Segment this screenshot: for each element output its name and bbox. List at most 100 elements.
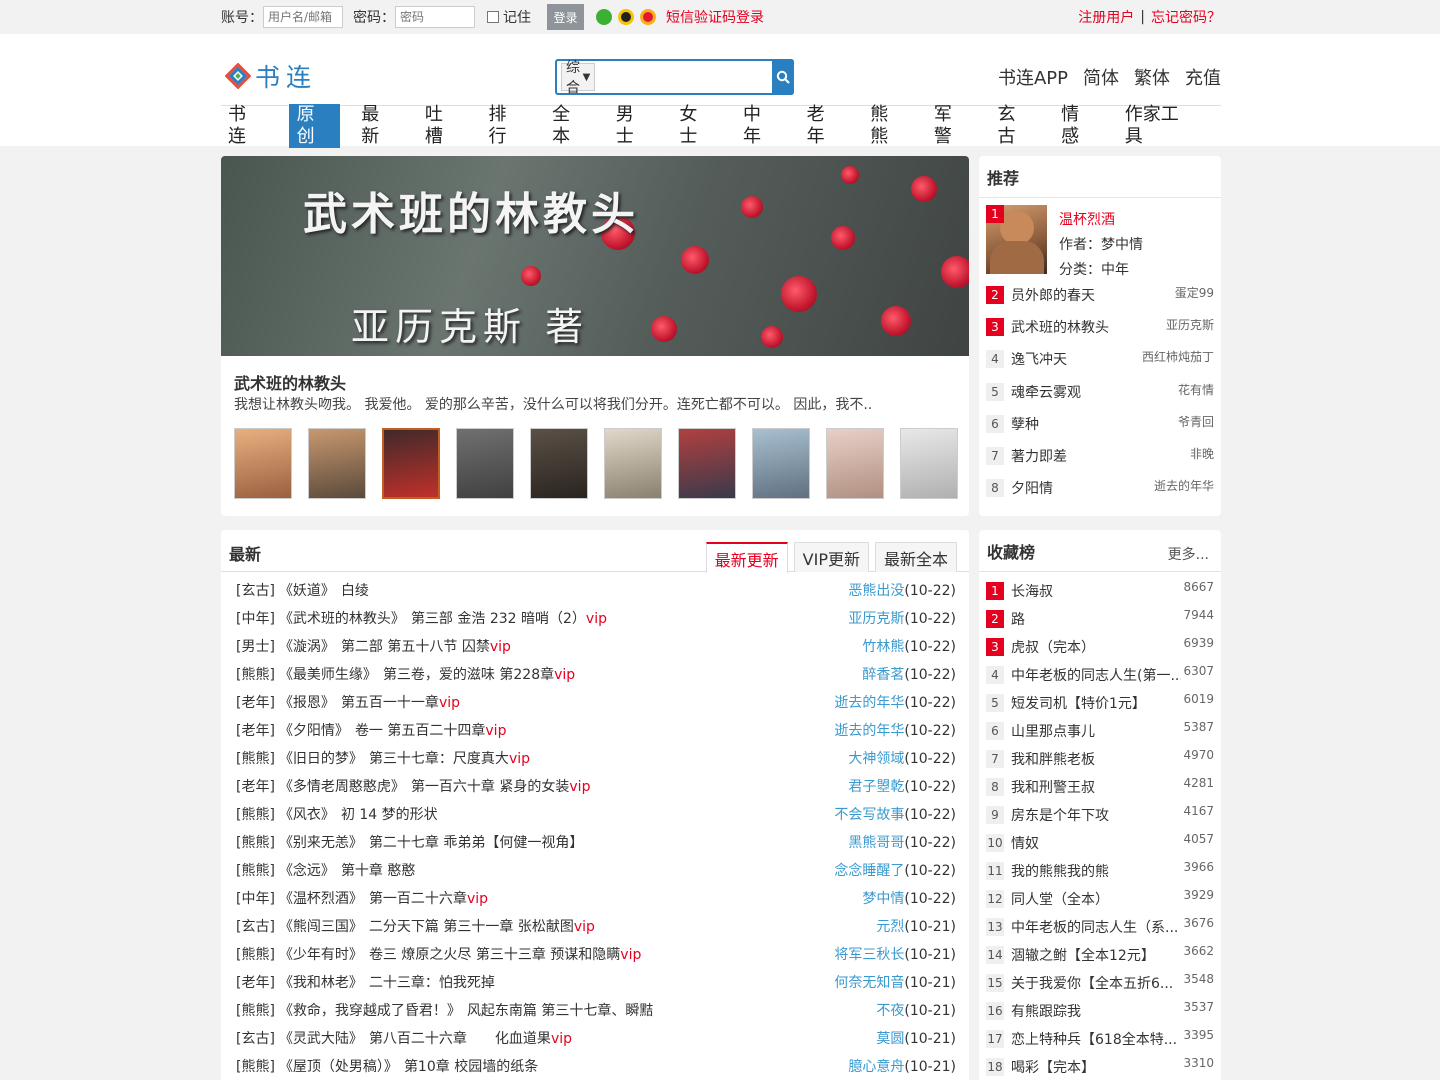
nav-item-8[interactable]: 中年: [740, 104, 782, 148]
collect-more-link[interactable]: 更多...: [1168, 544, 1209, 564]
author-link[interactable]: 逝去的年华: [834, 723, 904, 739]
login-button[interactable]: 登录: [547, 4, 584, 30]
app-link[interactable]: 书连APP: [998, 64, 1068, 90]
chapter-link[interactable]: 第五百一十一章: [341, 695, 439, 711]
book-author[interactable]: 爷青回: [1178, 413, 1214, 430]
collect-item[interactable]: 13 中年老板的同志人生（系... 3676: [986, 916, 1214, 938]
chapter-link[interactable]: 第三十七章：尺度真大: [369, 751, 509, 767]
book-link[interactable]: 《念远》: [279, 863, 335, 879]
recommend-item[interactable]: 4 逸飞冲天 西红柿炖茄丁: [986, 348, 1214, 370]
book-author[interactable]: 蛋定99: [1175, 284, 1214, 301]
category-tag[interactable]: [熊熊]: [236, 947, 275, 963]
category-tag[interactable]: [老年]: [236, 779, 275, 795]
author-link[interactable]: 何奈无知音: [834, 975, 904, 991]
search-input[interactable]: [595, 61, 773, 93]
nav-item-13[interactable]: 情感: [1058, 104, 1100, 148]
book-title[interactable]: 中年老板的同志人生（系...: [1011, 917, 1181, 937]
wechat-icon[interactable]: [596, 9, 612, 25]
chapter-link[interactable]: 第八百二十六章 化血道果: [369, 1031, 551, 1047]
chapter-link[interactable]: 第二部 第五十八节 囚禁: [341, 639, 490, 655]
book-title[interactable]: 中年老板的同志人生(第一...: [1011, 665, 1181, 685]
collect-item[interactable]: 8 我和刑警王叔 4281: [986, 776, 1214, 798]
category-tag[interactable]: [熊熊]: [236, 667, 275, 683]
chapter-link[interactable]: 卷一 第五百二十四章: [355, 723, 485, 739]
nav-item-7[interactable]: 女士: [676, 104, 718, 148]
book-title[interactable]: 涸辙之鲋【全本12元】: [1011, 945, 1181, 965]
book-title[interactable]: 有熊跟踪我: [1011, 1001, 1181, 1021]
author-link[interactable]: 亚历克斯: [848, 611, 904, 627]
chapter-link[interactable]: 二十三章：怕我死掉: [369, 975, 495, 991]
book-thumbnail[interactable]: [234, 428, 292, 499]
chapter-link[interactable]: 第三部 金浩 232 暗哨（2）: [411, 611, 586, 627]
book-link[interactable]: 《少年有时》: [279, 947, 363, 963]
search-category-select[interactable]: 综合 ▼: [561, 60, 596, 96]
collect-item[interactable]: 10 情奴 4057: [986, 832, 1214, 854]
search-button[interactable]: [772, 59, 794, 95]
book-thumbnail[interactable]: [604, 428, 662, 499]
collect-item[interactable]: 6 山里那点事儿 5387: [986, 720, 1214, 742]
book-title[interactable]: 山里那点事儿: [1011, 721, 1181, 741]
book-link[interactable]: 《熊闯三国》: [279, 919, 363, 935]
book-thumbnail[interactable]: [308, 428, 366, 499]
simplified-link[interactable]: 简体: [1083, 64, 1119, 90]
password-input[interactable]: [395, 6, 475, 28]
author-link[interactable]: 逝去的年华: [834, 695, 904, 711]
chapter-link[interactable]: 第三卷，爱的滋味 第228章: [383, 667, 554, 683]
book-title[interactable]: 同人堂（全本）: [1011, 889, 1181, 909]
nav-item-2[interactable]: 最新: [358, 104, 400, 148]
collect-item[interactable]: 14 涸辙之鲋【全本12元】 3662: [986, 944, 1214, 966]
author-link[interactable]: 将军三秋长: [834, 947, 904, 963]
author-link[interactable]: 恶熊出没: [848, 583, 904, 599]
book-link[interactable]: 《多情老周憨憨虎》: [279, 779, 405, 795]
author-link[interactable]: 不夜: [876, 1003, 904, 1019]
book-title[interactable]: 路: [1011, 609, 1181, 629]
book-link[interactable]: 《救命，我穿越成了昏君！》: [279, 1003, 461, 1019]
book-thumbnail[interactable]: [826, 428, 884, 499]
book-link[interactable]: 《屋顶（处男稿）》: [279, 1059, 398, 1075]
book-title[interactable]: 武术班的林教头: [1011, 317, 1181, 337]
book-title[interactable]: 我和刑警王叔: [1011, 777, 1181, 797]
collect-item[interactable]: 16 有熊跟踪我 3537: [986, 1000, 1214, 1022]
nav-item-10[interactable]: 熊熊: [867, 104, 909, 148]
tab-latest-update[interactable]: 最新更新: [705, 542, 788, 573]
book-author[interactable]: 非晚: [1190, 445, 1214, 462]
chapter-link[interactable]: 白绫: [341, 583, 369, 599]
forgot-password-link[interactable]: 忘记密码？: [1151, 7, 1221, 27]
book-title[interactable]: 关于我爱你【全本五折6...: [1011, 973, 1181, 993]
category-tag[interactable]: [熊熊]: [236, 863, 275, 879]
chapter-link[interactable]: 第一百二十六章: [369, 891, 467, 907]
book-title[interactable]: 长海叔: [1011, 581, 1181, 601]
weibo-icon[interactable]: [640, 9, 656, 25]
recommend-top-item[interactable]: 1 温杯烈酒 作者：梦中情 分类：中年: [986, 205, 1216, 278]
recommend-item[interactable]: 3 武术班的林教头 亚历克斯: [986, 316, 1214, 338]
site-logo[interactable]: 书连: [224, 58, 317, 94]
chapter-link[interactable]: 第十章 憨憨: [341, 863, 415, 879]
book-title[interactable]: 短发司机【特价1元】: [1011, 693, 1181, 713]
book-link[interactable]: 《报恩》: [279, 695, 335, 711]
register-link[interactable]: 注册用户: [1078, 7, 1134, 27]
category-tag[interactable]: [男士]: [236, 639, 275, 655]
book-title[interactable]: 孽种: [1011, 414, 1181, 434]
book-author[interactable]: 花有情: [1178, 381, 1214, 398]
tab-latest-complete[interactable]: 最新全本: [874, 542, 957, 572]
category-tag[interactable]: [熊熊]: [236, 1059, 275, 1075]
author-link[interactable]: 不会写故事: [834, 807, 904, 823]
collect-item[interactable]: 12 同人堂（全本） 3929: [986, 888, 1214, 910]
category-tag[interactable]: [老年]: [236, 723, 275, 739]
book-title[interactable]: 著力即差: [1011, 446, 1181, 466]
book-thumbnail[interactable]: [530, 428, 588, 499]
book-title[interactable]: 房东是个年下攻: [1011, 805, 1181, 825]
book-title[interactable]: 虎叔（完本）: [1011, 637, 1181, 657]
author-link[interactable]: 君子曌乾: [848, 779, 904, 795]
collect-item[interactable]: 4 中年老板的同志人生(第一... 6307: [986, 664, 1214, 686]
book-title[interactable]: 我的熊熊我的熊: [1011, 861, 1181, 881]
collect-item[interactable]: 9 房东是个年下攻 4167: [986, 804, 1214, 826]
book-title[interactable]: 恋上特种兵【618全本特...: [1011, 1029, 1181, 1049]
book-link[interactable]: 《温杯烈酒》: [279, 891, 363, 907]
recharge-link[interactable]: 充值: [1185, 64, 1221, 90]
chapter-link[interactable]: 二分天下篇 第三十一章 张松献图: [369, 919, 574, 935]
collect-item[interactable]: 3 虎叔（完本） 6939: [986, 636, 1214, 658]
author-link[interactable]: 念念睡醒了: [834, 863, 904, 879]
sms-login-link[interactable]: 短信验证码登录: [666, 7, 764, 27]
book-thumbnail[interactable]: [382, 428, 440, 499]
